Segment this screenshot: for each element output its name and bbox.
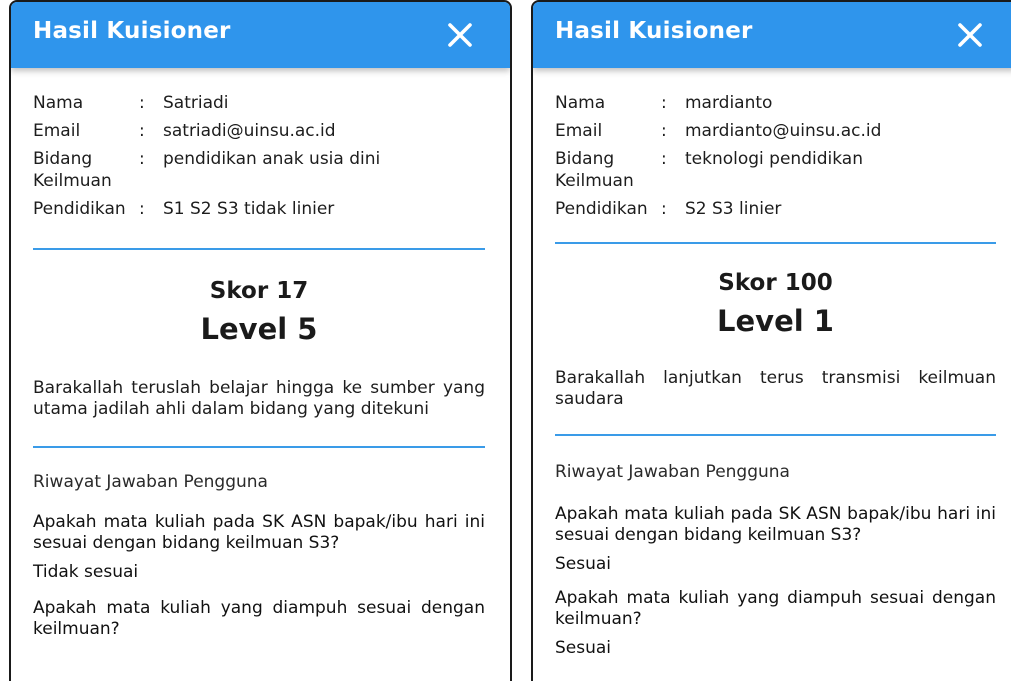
history-answer: Tidak sesuai <box>33 562 139 582</box>
dialog-title: Hasil Kuisioner <box>33 18 231 44</box>
result-message: Barakallah teruslah belajar hingga ke su… <box>33 378 485 419</box>
info-colon: : <box>139 121 145 141</box>
level-text: Level 5 <box>200 312 318 346</box>
info-row-email: Email : satriadi@uinsu.ac.id <box>33 120 485 142</box>
info-label: Email <box>555 121 603 141</box>
close-icon[interactable] <box>443 18 477 52</box>
info-colon: : <box>661 121 667 141</box>
score-text: Skor 17 <box>209 278 309 304</box>
info-row-bidang: Bidang Keilmuan : pendidikan anak usia d… <box>33 148 485 192</box>
info-colon: : <box>139 93 145 113</box>
history-question: Apakah mata kuliah pada SK ASN bapak/ibu… <box>555 504 996 545</box>
history-question: Apakah mata kuliah yang diampuh sesuai d… <box>33 598 485 639</box>
info-value: satriadi@uinsu.ac.id <box>163 121 336 141</box>
info-value: pendidikan anak usia dini <box>163 149 381 169</box>
info-colon: : <box>661 199 667 219</box>
divider <box>555 242 996 244</box>
info-row-nama: Nama : mardianto <box>555 92 996 114</box>
history-title: Riwayat Jawaban Pengguna <box>555 462 790 482</box>
user-info: Nama : mardianto Email : mardianto@uinsu… <box>555 92 996 220</box>
result-dialog-satriadi: Hasil Kuisioner Nama : Satriadi Email : … <box>9 0 512 681</box>
info-label: Email <box>33 121 81 141</box>
info-label: Bidang Keilmuan <box>33 149 112 191</box>
dialog-content: Nama : mardianto Email : mardianto@uinsu… <box>533 92 1011 658</box>
dialog-header: Hasil Kuisioner <box>533 2 1011 68</box>
info-value: mardianto@uinsu.ac.id <box>685 121 882 141</box>
screen: Hasil Kuisioner Nama : Satriadi Email : … <box>0 0 1011 681</box>
divider <box>33 248 485 250</box>
dialog-header: Hasil Kuisioner <box>11 2 510 68</box>
history-answer: Sesuai <box>555 554 612 574</box>
user-info: Nama : Satriadi Email : satriadi@uinsu.a… <box>33 92 485 220</box>
divider <box>33 446 485 448</box>
info-row-pendidikan: Pendidikan : S2 S3 linier <box>555 198 996 220</box>
info-row-pendidikan: Pendidikan : S1 S2 S3 tidak linier <box>33 198 485 220</box>
info-label: Bidang Keilmuan <box>555 149 634 191</box>
history-question: Apakah mata kuliah yang diampuh sesuai d… <box>555 588 996 629</box>
dialog-content: Nama : Satriadi Email : satriadi@uinsu.a… <box>11 92 510 640</box>
history-question: Apakah mata kuliah pada SK ASN bapak/ibu… <box>33 512 485 553</box>
dialog-title: Hasil Kuisioner <box>555 18 753 44</box>
level-text: Level 1 <box>717 304 834 338</box>
info-label: Pendidikan <box>555 199 648 219</box>
info-label: Nama <box>555 93 606 113</box>
info-value: teknologi pendidikan <box>685 149 863 169</box>
info-row-bidang: Bidang Keilmuan : teknologi pendidikan <box>555 148 996 192</box>
result-dialog-mardianto: Hasil Kuisioner Nama : mardianto Email :… <box>531 0 1011 681</box>
info-row-nama: Nama : Satriadi <box>33 92 485 114</box>
info-value: Satriadi <box>163 93 229 113</box>
info-label: Nama <box>33 93 84 113</box>
info-colon: : <box>139 149 145 169</box>
info-label: Pendidikan <box>33 199 126 219</box>
history-answer: Sesuai <box>555 638 612 658</box>
info-colon: : <box>139 199 145 219</box>
close-icon[interactable] <box>953 18 987 52</box>
history-title: Riwayat Jawaban Pengguna <box>33 472 268 492</box>
divider <box>555 434 996 436</box>
info-value: mardianto <box>685 93 773 113</box>
score-block: Skor 100 Level 1 <box>555 270 996 338</box>
info-row-email: Email : mardianto@uinsu.ac.id <box>555 120 996 142</box>
score-block: Skor 17 Level 5 <box>33 278 485 346</box>
info-colon: : <box>661 149 667 169</box>
info-value: S1 S2 S3 tidak linier <box>163 199 335 219</box>
result-message: Barakallah lanjutkan terus transmisi kei… <box>555 368 996 409</box>
score-text: Skor 100 <box>718 270 833 296</box>
info-colon: : <box>661 93 667 113</box>
info-value: S2 S3 linier <box>685 199 782 219</box>
